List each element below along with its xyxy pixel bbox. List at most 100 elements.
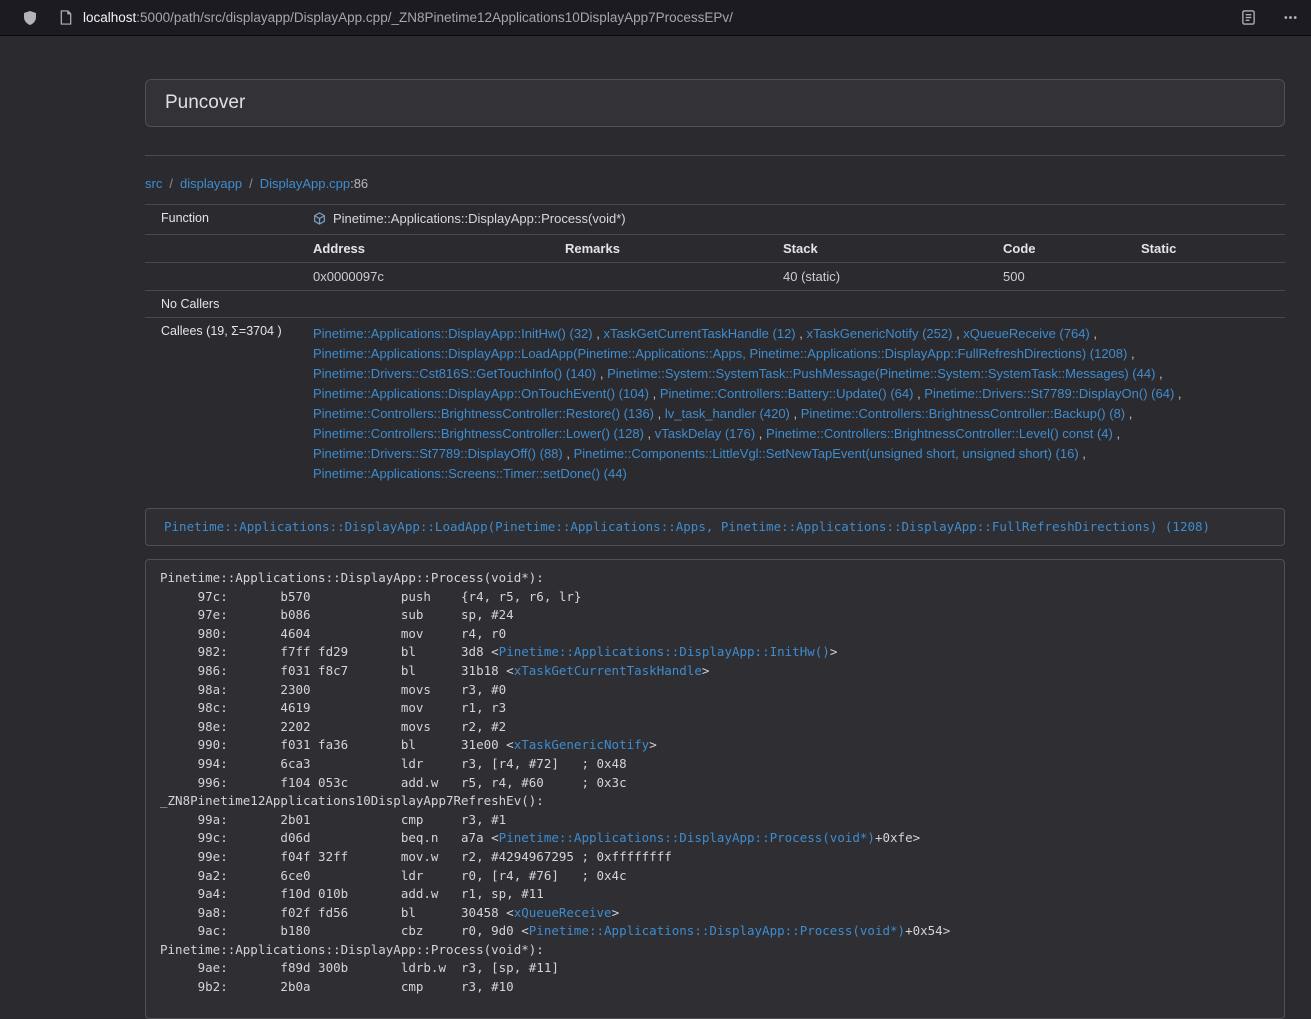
code-text: > <box>830 644 838 659</box>
stack-value: 40 (static) <box>773 263 993 291</box>
code-symbol-link[interactable]: Pinetime::Applications::DisplayApp::Proc… <box>529 923 905 938</box>
code-text: 9b2: 2b0a cmp r3, #10 <box>160 979 514 994</box>
code-text: > <box>702 663 710 678</box>
code-text: Pinetime::Applications::DisplayApp::Proc… <box>160 570 544 585</box>
stats-column-header: Address <box>303 235 555 263</box>
url-path: :5000/path/src/displayapp/DisplayApp.cpp… <box>136 10 733 25</box>
breadcrumb-item: DisplayApp.cpp:86 <box>242 176 368 191</box>
callee-link[interactable]: Pinetime::Controllers::BrightnessControl… <box>313 426 644 441</box>
tracking-protection-shield-icon[interactable] <box>22 10 38 26</box>
callee-link[interactable]: Pinetime::Controllers::BrightnessControl… <box>766 426 1113 441</box>
callee-link[interactable]: Pinetime::Drivers::Cst816S::GetTouchInfo… <box>313 366 596 381</box>
url-bar[interactable]: localhost:5000/path/src/displayapp/Displ… <box>83 10 1241 25</box>
callee-link[interactable]: Pinetime::Applications::DisplayApp::Load… <box>313 346 1127 361</box>
code-text: 98a: 2300 movs r3, #0 <box>160 682 506 697</box>
callee-link[interactable]: Pinetime::Applications::DisplayApp::OnTo… <box>313 386 649 401</box>
code-text: > <box>649 737 657 752</box>
callee-link[interactable]: Pinetime::System::SystemTask::PushMessag… <box>607 366 1155 381</box>
callee-link[interactable]: Pinetime::Applications::DisplayApp::Init… <box>313 326 593 341</box>
stats-column-header: Static <box>1131 235 1285 263</box>
site-info-icon[interactable] <box>59 10 73 25</box>
code-text: 9ae: f89d 300b ldrb.w r3, [sp, #11] <box>160 960 559 975</box>
code-symbol-link[interactable]: Pinetime::Applications::DisplayApp::Init… <box>499 644 830 659</box>
breadcrumb-link[interactable]: displayapp <box>180 176 242 191</box>
stats-value-row: 0x0000097c 40 (static) 500 <box>145 263 1285 291</box>
code-symbol-link[interactable]: xQueueReceive <box>514 905 612 920</box>
page-title: Puncover <box>165 92 245 113</box>
callees-label: Callees (19, Σ=3704 ) <box>145 318 303 491</box>
function-table: Function Pinetime::Applications::Display… <box>145 204 1285 490</box>
callee-link[interactable]: Pinetime::Components::LittleVgl::SetNewT… <box>574 446 1079 461</box>
callee-link[interactable]: xTaskGetCurrentTaskHandle (12) <box>603 326 795 341</box>
code-text: 98c: 4619 mov r1, r3 <box>160 700 506 715</box>
code-text: 99e: f04f 32ff mov.w r2, #4294967295 ; 0… <box>160 849 672 864</box>
callee-link[interactable]: xTaskGenericNotify (252) <box>807 326 953 341</box>
stats-header-row: AddressRemarksStackCodeStatic <box>145 235 1285 263</box>
address-value: 0x0000097c <box>303 263 555 291</box>
function-cell: Pinetime::Applications::DisplayApp::Proc… <box>303 205 1285 235</box>
function-name: Pinetime::Applications::DisplayApp::Proc… <box>333 211 626 226</box>
callees-row: Callees (19, Σ=3704 ) Pinetime::Applicat… <box>145 318 1285 491</box>
callee-link[interactable]: Pinetime::Drivers::St7789::DisplayOff() … <box>313 446 563 461</box>
browser-chrome: localhost:5000/path/src/displayapp/Displ… <box>0 0 1311 36</box>
empty-cell <box>145 235 303 263</box>
breadcrumb: srcdisplayappDisplayApp.cpp:86 <box>145 176 1285 191</box>
callee-link[interactable]: Pinetime::Controllers::BrightnessControl… <box>801 406 1125 421</box>
code-text: _ZN8Pinetime12Applications10DisplayApp7R… <box>160 793 544 808</box>
stats-column-header: Remarks <box>555 235 773 263</box>
code-text: 98e: 2202 movs r2, #2 <box>160 719 506 734</box>
highlighted-callee: Pinetime::Applications::DisplayApp::Load… <box>145 508 1285 546</box>
highlighted-callee-link[interactable]: Pinetime::Applications::DisplayApp::Load… <box>164 519 1210 534</box>
function-label: Function <box>145 205 303 235</box>
breadcrumb-line-number: :86 <box>350 176 368 191</box>
disassembly-code: Pinetime::Applications::DisplayApp::Proc… <box>160 570 950 994</box>
callee-link[interactable]: Pinetime::Applications::Screens::Timer::… <box>313 466 627 481</box>
code-size-value: 500 <box>993 263 1131 291</box>
code-text: 9a2: 6ce0 ldr r0, [r4, #76] ; 0x4c <box>160 868 627 883</box>
disassembly-pre: Pinetime::Applications::DisplayApp::Proc… <box>145 559 1285 1019</box>
code-text: Pinetime::Applications::DisplayApp::Proc… <box>160 942 544 957</box>
code-symbol-link[interactable]: xTaskGenericNotify <box>514 737 649 752</box>
code-text: 982: f7ff fd29 bl 3d8 < <box>160 644 499 659</box>
code-text: 97e: b086 sub sp, #24 <box>160 607 514 622</box>
breadcrumb-item: src <box>145 176 162 191</box>
breadcrumb-item: displayapp <box>162 176 242 191</box>
code-text: > <box>612 905 620 920</box>
breadcrumb-link[interactable]: src <box>145 176 162 191</box>
callee-link[interactable]: Pinetime::Controllers::Battery::Update()… <box>660 386 914 401</box>
code-text: 99c: d06d beq.n a7a < <box>160 830 499 845</box>
url-host: localhost <box>83 10 136 25</box>
callees-list: Pinetime::Applications::DisplayApp::Init… <box>303 318 1285 491</box>
function-icon <box>313 212 326 228</box>
code-text: 994: 6ca3 ldr r3, [r4, #72] ; 0x48 <box>160 756 627 771</box>
stats-column-header: Stack <box>773 235 993 263</box>
page-container: Puncover srcdisplayappDisplayApp.cpp:86 … <box>145 79 1285 1019</box>
code-symbol-link[interactable]: Pinetime::Applications::DisplayApp::Proc… <box>499 830 875 845</box>
code-text: 980: 4604 mov r4, r0 <box>160 626 506 641</box>
remarks-value <box>555 263 773 291</box>
code-text: 990: f031 fa36 bl 31e00 < <box>160 737 514 752</box>
app-header: Puncover <box>145 79 1285 127</box>
callee-link[interactable]: xQueueReceive (764) <box>963 326 1089 341</box>
code-text: 986: f031 f8c7 bl 31b18 < <box>160 663 514 678</box>
stats-column-header: Code <box>993 235 1131 263</box>
callee-link[interactable]: Pinetime::Drivers::St7789::DisplayOn() (… <box>924 386 1174 401</box>
breadcrumb-link[interactable]: DisplayApp.cpp <box>260 176 350 191</box>
code-text: 9ac: b180 cbz r0, 9d0 < <box>160 923 529 938</box>
callee-link[interactable]: vTaskDelay (176) <box>655 426 755 441</box>
code-symbol-link[interactable]: xTaskGetCurrentTaskHandle <box>514 663 702 678</box>
empty-cell <box>303 291 1285 318</box>
page-actions-menu-icon[interactable] <box>1283 10 1298 25</box>
callee-link[interactable]: lv_task_handler (420) <box>665 406 790 421</box>
callee-link[interactable]: Pinetime::Controllers::BrightnessControl… <box>313 406 654 421</box>
reader-mode-icon[interactable] <box>1241 10 1256 25</box>
code-text: 9a8: f02f fd56 bl 30458 < <box>160 905 514 920</box>
function-row: Function Pinetime::Applications::Display… <box>145 205 1285 235</box>
static-value <box>1131 263 1285 291</box>
code-text: +0xfe> <box>875 830 920 845</box>
code-text: 996: f104 053c add.w r5, r4, #60 ; 0x3c <box>160 775 627 790</box>
no-callers-row: No Callers <box>145 291 1285 318</box>
code-text: 99a: 2b01 cmp r3, #1 <box>160 812 506 827</box>
code-text: 9a4: f10d 010b add.w r1, sp, #11 <box>160 886 544 901</box>
code-text: 97c: b570 push {r4, r5, r6, lr} <box>160 589 581 604</box>
